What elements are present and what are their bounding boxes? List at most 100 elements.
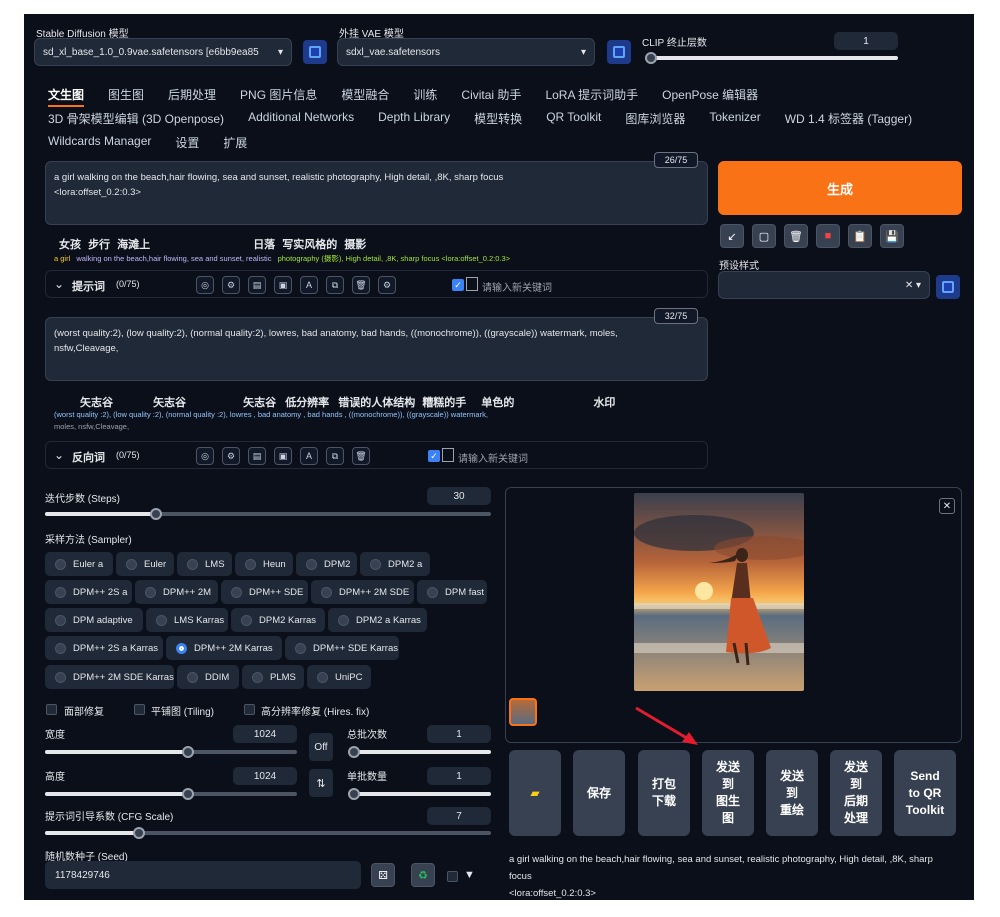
gallery-thumbnail[interactable] xyxy=(509,698,537,726)
generate-button[interactable]: 生成 xyxy=(718,161,962,215)
translate-icon[interactable]: A xyxy=(300,276,318,294)
hires-fix-checkbox[interactable] xyxy=(244,704,255,715)
cfg-value[interactable]: 7 xyxy=(427,807,491,825)
slider-handle[interactable] xyxy=(133,827,145,839)
clip-value[interactable]: 1 xyxy=(834,32,898,50)
sampler-option[interactable]: DPM2 Karras xyxy=(231,608,325,632)
off-button[interactable]: Off xyxy=(309,733,333,761)
tab-3d-openpose[interactable]: 3D 骨架模型编辑 (3D Openpose) xyxy=(48,110,224,127)
bookmark-icon[interactable]: ▣ xyxy=(274,447,292,465)
tab-extras[interactable]: 后期处理 xyxy=(168,86,216,107)
collapse-icon[interactable]: ⌄ xyxy=(54,448,64,462)
sampler-option[interactable]: DPM fast xyxy=(417,580,487,604)
tab-wildcards[interactable]: Wildcards Manager xyxy=(48,134,151,151)
translate-icon[interactable]: A xyxy=(300,447,318,465)
tab-tokenizer[interactable]: Tokenizer xyxy=(709,110,760,127)
tab-merge[interactable]: 模型融合 xyxy=(341,86,389,107)
sampler-option[interactable]: Heun xyxy=(235,552,293,576)
batch-size-value[interactable]: 1 xyxy=(427,767,491,785)
clear-prompt-button[interactable]: ▢ xyxy=(752,224,776,248)
clip-slider[interactable] xyxy=(645,52,898,64)
tiling-checkbox[interactable] xyxy=(134,704,145,715)
sampler-option[interactable]: DPM2 xyxy=(296,552,357,576)
vae-select[interactable]: sdxl_vae.safetensors ▾ xyxy=(337,38,595,66)
tab-lora-helper[interactable]: LoRA 提示词助手 xyxy=(545,86,638,107)
tab-txt2img[interactable]: 文生图 xyxy=(48,86,85,107)
trash-icon[interactable]: 🗑 xyxy=(352,447,370,465)
generated-image[interactable] xyxy=(634,493,804,691)
sampler-option[interactable]: DPM2 a Karras xyxy=(328,608,427,632)
gear-icon[interactable]: ⚙ xyxy=(222,276,240,294)
seed-input[interactable]: 1178429746 xyxy=(45,861,361,889)
send-to-qr-toolkit-button[interactable]: Send to QR Toolkit xyxy=(894,750,956,836)
read-params-button[interactable]: ↙ xyxy=(720,224,744,248)
batch-count-value[interactable]: 1 xyxy=(427,725,491,743)
width-slider[interactable] xyxy=(45,746,297,758)
send-to-img2img-button[interactable]: 发送 到 图生 图 xyxy=(702,750,754,836)
tab-gallery[interactable]: 图库浏览器 xyxy=(625,110,685,127)
sampler-option[interactable]: DPM2 a xyxy=(360,552,430,576)
slider-handle[interactable] xyxy=(182,788,194,800)
reuse-seed-button[interactable]: ♻ xyxy=(411,863,435,887)
tab-model-convert[interactable]: 模型转换 xyxy=(474,110,522,127)
batch-size-slider[interactable] xyxy=(348,788,491,800)
model-select[interactable]: sd_xl_base_1.0_0.9vae.safetensors [e6bb9… xyxy=(34,38,292,66)
triangle-down-icon[interactable]: ▼ xyxy=(464,869,475,881)
copy-icon[interactable]: ⧉ xyxy=(326,447,344,465)
trash-button[interactable]: 🗑 xyxy=(784,224,808,248)
bookmark-icon[interactable]: ▣ xyxy=(274,276,292,294)
tab-openpose[interactable]: OpenPose 编辑器 xyxy=(662,86,758,107)
keyword-checkbox[interactable]: ✓ xyxy=(428,450,440,462)
tab-additional-networks[interactable]: Additional Networks xyxy=(248,110,354,127)
tab-png-info[interactable]: PNG 图片信息 xyxy=(240,86,317,107)
save-style-button[interactable]: 💾 xyxy=(880,224,904,248)
refresh-model-button[interactable] xyxy=(303,40,327,64)
clipboard-button[interactable]: 📋 xyxy=(848,224,872,248)
sampler-option[interactable]: DPM++ 2M SDE xyxy=(311,580,414,604)
sampler-option-selected[interactable]: DPM++ 2M Karras xyxy=(166,636,282,660)
preset-select[interactable]: ✕ ▾ xyxy=(718,271,930,299)
sampler-option[interactable]: Euler xyxy=(116,552,174,576)
sampler-option[interactable]: Euler a xyxy=(45,552,113,576)
send-to-inpaint-button[interactable]: 发送 到 重绘 xyxy=(766,750,818,836)
steps-value[interactable]: 30 xyxy=(427,487,491,505)
batch-count-slider[interactable] xyxy=(348,746,491,758)
slider-handle[interactable] xyxy=(150,508,162,520)
sampler-option[interactable]: DPM adaptive xyxy=(45,608,143,632)
globe-icon[interactable]: ◎ xyxy=(196,447,214,465)
zip-download-button[interactable]: 打包 下载 xyxy=(638,750,690,836)
height-slider[interactable] xyxy=(45,788,297,800)
negative-prompt-input[interactable]: (worst quality:2), (low quality:2), (nor… xyxy=(45,317,708,381)
extra-networks-button[interactable]: ■ xyxy=(816,224,840,248)
open-folder-button[interactable]: ▰ xyxy=(509,750,561,836)
sampler-option[interactable]: DPM++ 2M xyxy=(135,580,218,604)
sampler-option[interactable]: DPM++ 2M SDE Karras xyxy=(45,665,174,689)
cfg-slider[interactable] xyxy=(45,827,491,839)
history-icon[interactable]: ▤ xyxy=(248,447,266,465)
height-value[interactable]: 1024 xyxy=(233,767,297,785)
sampler-option[interactable]: LMS Karras xyxy=(146,608,228,632)
sampler-option[interactable]: DPM++ 2S a xyxy=(45,580,132,604)
keyword-input[interactable]: 请输入新关键词 xyxy=(482,279,552,294)
close-icon[interactable]: ✕ xyxy=(939,498,955,514)
slider-handle[interactable] xyxy=(645,52,657,64)
sampler-option[interactable]: DPM++ SDE Karras xyxy=(285,636,399,660)
sampler-option[interactable]: DPM++ SDE xyxy=(221,580,308,604)
sampler-option[interactable]: UniPC xyxy=(307,665,371,689)
refresh-vae-button[interactable] xyxy=(607,40,631,64)
collapse-icon[interactable]: ⌄ xyxy=(54,277,64,291)
sampler-option[interactable]: DPM++ 2S a Karras xyxy=(45,636,163,660)
trash-icon[interactable]: 🗑 xyxy=(352,276,370,294)
tab-tagger[interactable]: WD 1.4 标签器 (Tagger) xyxy=(785,110,912,127)
tab-qr-toolkit[interactable]: QR Toolkit xyxy=(546,110,601,127)
tab-settings[interactable]: 设置 xyxy=(175,134,199,151)
steps-slider[interactable] xyxy=(45,508,491,520)
extra-seed-checkbox[interactable] xyxy=(447,871,458,882)
save-button[interactable]: 保存 xyxy=(573,750,625,836)
slider-handle[interactable] xyxy=(348,746,360,758)
random-seed-button[interactable]: ⚄ xyxy=(371,863,395,887)
swap-dimensions-button[interactable]: ⇅ xyxy=(309,769,333,797)
globe-icon[interactable]: ◎ xyxy=(196,276,214,294)
slider-handle[interactable] xyxy=(182,746,194,758)
face-restore-checkbox[interactable] xyxy=(46,704,57,715)
